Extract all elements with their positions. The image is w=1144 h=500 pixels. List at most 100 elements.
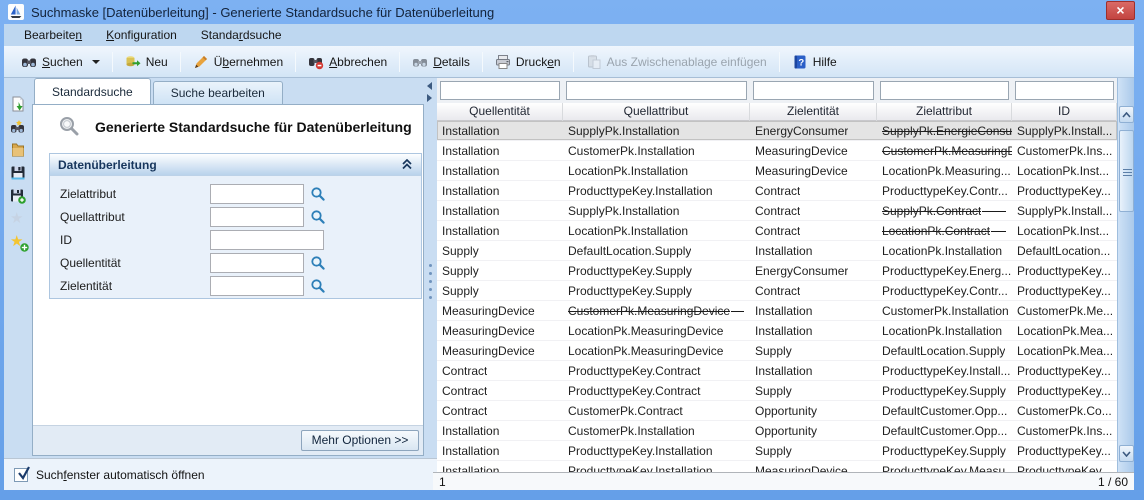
table-row[interactable]: InstallationSupplyPk.InstallationEnergyC…	[437, 121, 1117, 141]
cancel-button[interactable]: Abbrechen	[301, 50, 394, 74]
column-header-zielattribut[interactable]: Zielattribut	[877, 103, 1012, 121]
search-panel: Generierte Standardsuche für Datenüberle…	[32, 104, 424, 456]
table-row[interactable]: InstallationProducttypeKey.InstallationC…	[437, 181, 1117, 201]
print-icon	[495, 54, 511, 70]
table-cell: SupplyPk.Install...	[1012, 201, 1117, 221]
table-row[interactable]: InstallationCustomerPk.InstallationMeasu…	[437, 141, 1117, 161]
table-row[interactable]: ContractProducttypeKey.ContractInstallat…	[437, 361, 1117, 381]
table-row[interactable]: MeasuringDeviceCustomerPk.MeasuringDevic…	[437, 301, 1117, 321]
field-row-quellattribut: Quellattribut	[50, 207, 421, 227]
panel-bottom-bar: Mehr Optionen >>	[33, 425, 423, 455]
table-row[interactable]: SupplyProducttypeKey.SupplyContractProdu…	[437, 281, 1117, 301]
close-button[interactable]: ×	[1106, 1, 1135, 20]
svg-text:?: ?	[798, 57, 804, 68]
auto-open-checkbox-label[interactable]: Suchfenster automatisch öffnen	[36, 468, 205, 482]
filter-quellattribut-input[interactable]	[566, 81, 747, 100]
table-cell: LocationPk.Mea...	[1012, 341, 1117, 361]
filter-zielattribut-input[interactable]	[880, 81, 1009, 100]
new-button[interactable]: Neu	[118, 50, 175, 74]
save-as-icon[interactable]	[10, 188, 26, 204]
column-header-zielentitaet[interactable]: Zielentität	[750, 103, 877, 121]
import-icon[interactable]	[10, 96, 26, 112]
groupbox-title: Datenüberleitung	[58, 158, 401, 172]
table-rows: InstallationSupplyPk.InstallationEnergyC…	[437, 121, 1117, 472]
column-header-quellattribut[interactable]: Quellattribut	[563, 103, 750, 121]
new-search-icon[interactable]	[10, 119, 26, 135]
table-cell: ProducttypeKey.Installation	[563, 461, 750, 472]
paste-from-clipboard-button[interactable]: Aus Zwischenablage einfügen	[579, 50, 774, 74]
save-icon[interactable]	[10, 165, 26, 181]
table-cell: MeasuringDevice	[437, 321, 563, 341]
table-cell: MeasuringDevice	[750, 161, 877, 181]
table-cell: CustomerPk.MeasuringDevice	[563, 301, 750, 321]
titlebar[interactable]: Suchmaske [Datenüberleitung] - Generiert…	[0, 0, 1144, 24]
table-row[interactable]: ContractCustomerPk.ContractOpportunityDe…	[437, 401, 1117, 421]
table-cell: Supply	[437, 281, 563, 301]
quellattribut-input[interactable]	[210, 207, 304, 227]
table-cell: CustomerPk.Me...	[1012, 301, 1117, 321]
table-cell: Installation	[437, 461, 563, 472]
zielentitaet-input[interactable]	[210, 276, 304, 296]
tab-bar: Standardsuche Suche bearbeiten	[34, 78, 285, 104]
table-cell: ProducttypeKey.Supply	[877, 441, 1012, 461]
table-cell: LocationPk.Installation	[877, 241, 1012, 261]
filter-zielentitaet-input[interactable]	[753, 81, 874, 100]
lookup-icon[interactable]	[310, 255, 326, 271]
table-row[interactable]: InstallationCustomerPk.InstallationOppor…	[437, 421, 1117, 441]
lookup-icon[interactable]	[310, 278, 326, 294]
tab-standardsuche[interactable]: Standardsuche	[34, 78, 151, 104]
search-button[interactable]: Suchen	[14, 50, 107, 74]
splitter-arrows-icon[interactable]	[427, 82, 432, 102]
table-cell: DefaultLocation...	[1012, 241, 1117, 261]
help-button[interactable]: ? Hilfe	[785, 50, 844, 74]
auto-open-checkbox[interactable]	[14, 468, 28, 482]
table-row[interactable]: SupplyDefaultLocation.SupplyInstallation…	[437, 241, 1117, 261]
table-row[interactable]: InstallationLocationPk.InstallationMeasu…	[437, 161, 1117, 181]
column-header-quellentitaet[interactable]: Quellentität	[437, 103, 563, 121]
table-row[interactable]: InstallationProducttypeKey.InstallationM…	[437, 461, 1117, 472]
details-button[interactable]: Details	[405, 50, 477, 74]
table-row[interactable]: InstallationSupplyPk.InstallationContrac…	[437, 201, 1117, 221]
open-icon[interactable]	[10, 142, 26, 158]
table-cell: Installation	[750, 301, 877, 321]
scrollbar-thumb[interactable]	[1119, 130, 1134, 212]
lookup-icon[interactable]	[310, 209, 326, 225]
scroll-up-button[interactable]	[1119, 106, 1134, 123]
search-dropdown-icon[interactable]	[92, 60, 100, 64]
table-cell: Installation	[437, 181, 563, 201]
table-cell: CustomerPk.Installation	[877, 301, 1012, 321]
table-row[interactable]: MeasuringDeviceLocationPk.MeasuringDevic…	[437, 321, 1117, 341]
table-cell: ProducttypeKey.Supply	[563, 281, 750, 301]
table-cell: LocationPk.Inst...	[1012, 221, 1117, 241]
scroll-down-button[interactable]	[1119, 445, 1134, 462]
table-row[interactable]: MeasuringDeviceLocationPk.MeasuringDevic…	[437, 341, 1117, 361]
table-row[interactable]: SupplyProducttypeKey.SupplyEnergyConsume…	[437, 261, 1117, 281]
table-cell: Supply	[437, 241, 563, 261]
id-input[interactable]	[210, 230, 324, 250]
more-options-button[interactable]: Mehr Optionen >>	[301, 430, 419, 451]
table-scrollbar[interactable]	[1117, 78, 1134, 472]
table-row[interactable]: ContractProducttypeKey.ContractSupplyPro…	[437, 381, 1117, 401]
quellentitaet-input[interactable]	[210, 253, 304, 273]
favorite-add-icon[interactable]: ★	[10, 234, 26, 250]
groupbox-header[interactable]: Datenüberleitung	[50, 154, 421, 176]
menu-standardsuche[interactable]: Standardsuche	[191, 26, 292, 44]
tab-suche-bearbeiten[interactable]: Suche bearbeiten	[153, 81, 283, 104]
table-row[interactable]: InstallationLocationPk.InstallationContr…	[437, 221, 1117, 241]
lookup-icon[interactable]	[310, 186, 326, 202]
favorite-icon[interactable]: ★	[10, 211, 26, 227]
chevron-down-icon	[1122, 451, 1131, 457]
menu-bearbeiten[interactable]: Bearbeiten	[14, 26, 92, 44]
zielattribut-input[interactable]	[210, 184, 304, 204]
filter-id-input[interactable]	[1015, 81, 1114, 100]
table-cell: Installation	[437, 121, 563, 141]
table-row[interactable]: InstallationProducttypeKey.InstallationS…	[437, 441, 1117, 461]
menu-konfiguration[interactable]: Konfiguration	[96, 26, 187, 44]
column-header-id[interactable]: ID	[1012, 103, 1117, 121]
collapse-icon[interactable]	[401, 159, 413, 170]
table-cell: CustomerPk.MeasuringD	[877, 141, 1012, 161]
apply-button[interactable]: Übernehmen	[186, 50, 290, 74]
filter-quellentitaet-input[interactable]	[440, 81, 560, 100]
panel-splitter[interactable]	[424, 78, 437, 456]
print-button[interactable]: Drucken	[488, 50, 568, 74]
